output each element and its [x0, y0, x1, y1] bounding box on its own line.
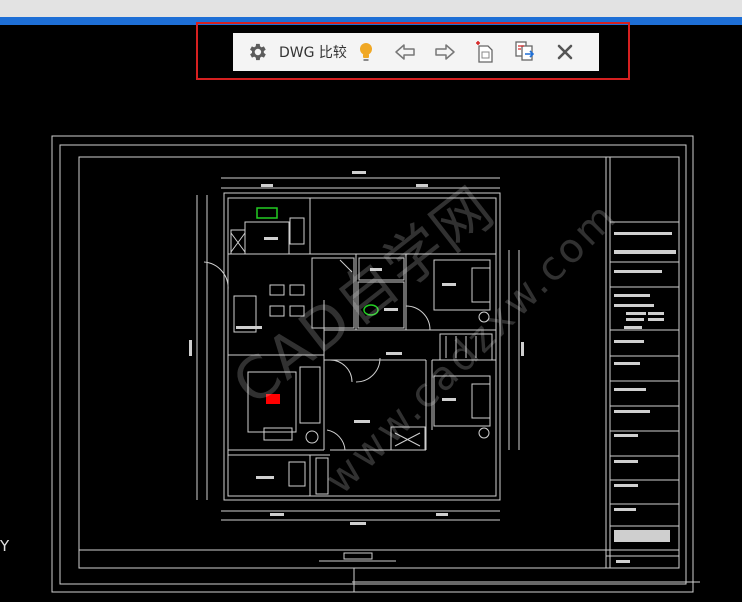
- settings-button[interactable]: [243, 41, 271, 63]
- export-snapshot-button[interactable]: [471, 40, 499, 64]
- previous-button[interactable]: [391, 43, 419, 61]
- next-button[interactable]: [431, 43, 459, 61]
- gear-icon: [250, 43, 266, 61]
- hint-button[interactable]: [353, 41, 379, 63]
- ucs-axis-label: Y: [0, 537, 10, 555]
- toolbar-title: DWG 比较: [279, 45, 347, 61]
- document-export-icon: [475, 41, 493, 63]
- compare-documents-icon: [515, 41, 535, 61]
- lightbulb-icon: [359, 43, 372, 61]
- arrow-left-icon: [395, 44, 415, 60]
- compare-files-button[interactable]: [511, 40, 539, 64]
- window-title-bar: [0, 0, 742, 17]
- close-button[interactable]: [551, 43, 579, 61]
- close-icon: [557, 44, 573, 60]
- dwg-compare-toolbar: DWG 比较: [233, 33, 599, 71]
- arrow-right-icon: [435, 44, 455, 60]
